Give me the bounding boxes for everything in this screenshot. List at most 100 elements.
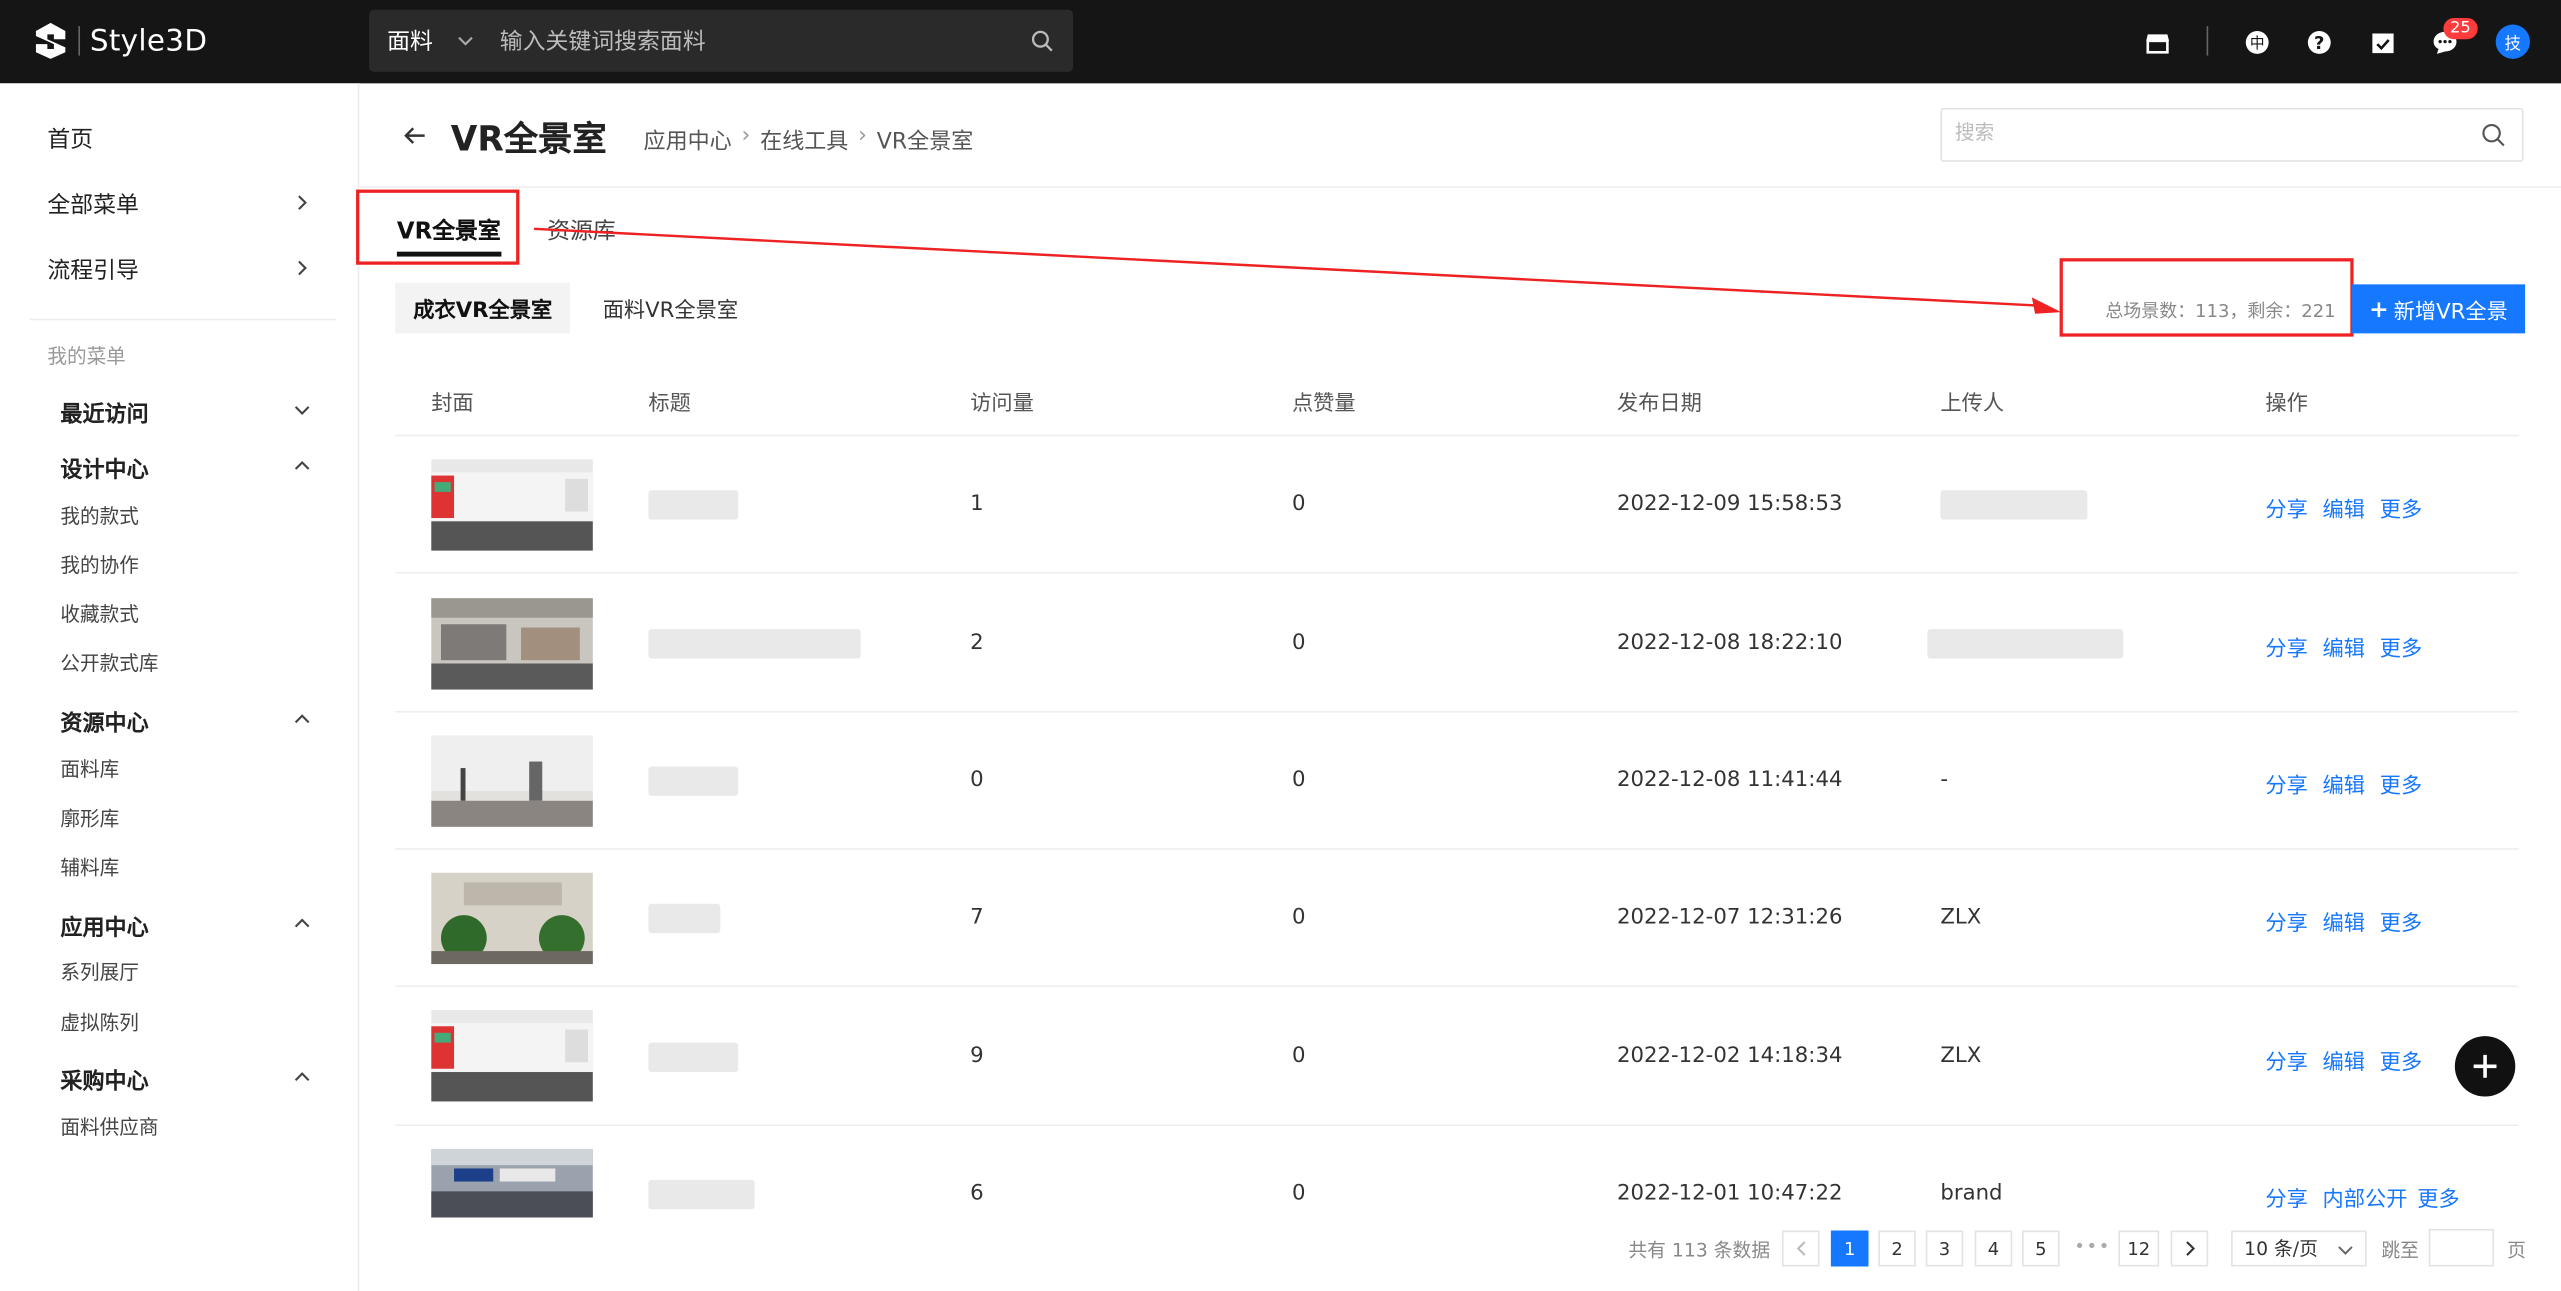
sidebar-item-process-guide[interactable]: 流程引导 [47, 253, 138, 286]
share-link[interactable]: 分享 [2265, 905, 2307, 937]
help-icon[interactable]: ? [2301, 25, 2337, 61]
chevron-right-icon[interactable] [294, 260, 310, 276]
more-link[interactable]: 更多 [2380, 1044, 2422, 1076]
cover-thumbnail[interactable] [431, 1148, 593, 1218]
share-link[interactable]: 分享 [2265, 631, 2307, 662]
uploader-cell: brand [1940, 1181, 2003, 1207]
sidebar-item-trims[interactable]: 辅料库 [60, 853, 119, 881]
share-link[interactable]: 分享 [2265, 768, 2307, 800]
page-search[interactable] [1940, 107, 2524, 162]
page-size-select[interactable]: 10 条/页 [2231, 1230, 2367, 1267]
search-input[interactable]: 输入关键词搜索面料 [500, 25, 1031, 58]
share-link[interactable]: 分享 [2265, 1182, 2307, 1213]
pagination-page[interactable]: 4 [1974, 1230, 2013, 1267]
notification-badge: 25 [2443, 17, 2478, 40]
edit-link[interactable]: 编辑 [2323, 1044, 2365, 1076]
search-icon[interactable] [1031, 29, 1054, 52]
chevron-up-icon[interactable] [294, 458, 310, 474]
sidebar-section-resources[interactable]: 资源中心 [60, 704, 148, 737]
subtab-fabric-vr[interactable]: 面料VR全景室 [585, 283, 756, 334]
edit-link[interactable]: 编辑 [2323, 905, 2365, 937]
sidebar-section-purchasing[interactable]: 采购中心 [60, 1062, 148, 1095]
pagination-page[interactable]: 3 [1925, 1230, 1964, 1267]
pagination-page-last[interactable]: 12 [2118, 1230, 2160, 1267]
sidebar-item-fabrics[interactable]: 面料库 [60, 755, 119, 783]
back-arrow-icon[interactable] [402, 123, 428, 149]
title-redacted [648, 490, 739, 520]
sidebar-divider [29, 318, 337, 321]
svg-text:?: ? [2314, 33, 2324, 54]
chevron-down-icon[interactable] [294, 402, 310, 418]
floating-add-button[interactable] [2454, 1036, 2516, 1097]
sidebar-item-my-collab[interactable]: 我的协作 [60, 551, 138, 579]
sidebar-section-apps[interactable]: 应用中心 [60, 909, 148, 941]
sidebar-item-public-styles[interactable]: 公开款式库 [60, 649, 158, 677]
share-link[interactable]: 分享 [2265, 1044, 2307, 1076]
sidebar-item-virtual-display[interactable]: 虚拟陈列 [60, 1008, 138, 1036]
coin-icon[interactable]: 中 [2239, 25, 2275, 61]
jump-page-input[interactable] [2428, 1228, 2495, 1267]
sidebar-item-all-menu[interactable]: 全部菜单 [47, 188, 138, 221]
sidebar-item-favorites[interactable]: 收藏款式 [60, 600, 138, 628]
subtab-garment-vr[interactable]: 成衣VR全景室 [395, 282, 571, 334]
cover-thumbnail[interactable] [431, 872, 593, 965]
pagination-page[interactable]: 1 [1830, 1230, 1869, 1267]
global-search[interactable]: 面料 输入关键词搜索面料 [369, 9, 1074, 72]
date-cell: 2022-12-07 12:31:26 [1616, 905, 1843, 930]
cover-thumbnail[interactable] [431, 735, 593, 827]
cover-thumbnail[interactable] [431, 1009, 593, 1102]
edit-link[interactable]: 编辑 [2323, 631, 2365, 662]
date-cell: 2022-12-02 14:18:34 [1616, 1044, 1843, 1069]
pagination-page[interactable]: 5 [2022, 1230, 2060, 1267]
logo[interactable]: Style3D [33, 21, 208, 60]
pagination-ellipsis[interactable]: ••• [2074, 1235, 2111, 1256]
scene-total-text: 总场景数：113，剩余：221 [2105, 300, 2336, 322]
breadcrumb-item[interactable]: 应用中心 [644, 123, 732, 155]
chevron-down-icon[interactable] [456, 31, 476, 51]
chevron-up-icon[interactable] [294, 1069, 310, 1085]
edit-link[interactable]: 编辑 [2323, 768, 2365, 800]
pagination-next-button[interactable] [2170, 1230, 2209, 1267]
title-redacted [648, 1042, 739, 1073]
publish-internal-link[interactable]: 内部公开 [2323, 1182, 2408, 1213]
visits-cell: 2 [970, 630, 984, 656]
pagination-page[interactable]: 2 [1878, 1230, 1916, 1267]
more-link[interactable]: 更多 [2380, 768, 2422, 800]
add-vr-button[interactable]: 新增VR全景 [2351, 284, 2526, 334]
sidebar-item-showroom[interactable]: 系列展厅 [60, 958, 138, 986]
page-search-input[interactable] [1955, 120, 2446, 144]
breadcrumb-item[interactable]: 在线工具 [760, 123, 848, 155]
sidebar-item-fabric-suppliers[interactable]: 面料供应商 [60, 1113, 158, 1141]
more-link[interactable]: 更多 [2380, 905, 2422, 937]
visits-cell: 1 [970, 491, 984, 517]
search-category-select[interactable]: 面料 [387, 25, 433, 58]
page-title: VR全景室 [450, 119, 607, 159]
search-icon[interactable] [2481, 123, 2505, 148]
sidebar-section-recent[interactable]: 最近访问 [60, 395, 148, 428]
table-divider [395, 434, 2519, 437]
avatar[interactable]: 技 [2495, 24, 2530, 59]
cover-thumbnail[interactable] [431, 459, 593, 551]
store-icon[interactable] [2140, 25, 2176, 61]
sidebar-item-silhouettes[interactable]: 廓形库 [60, 804, 119, 832]
column-header-actions: 操作 [2265, 392, 2308, 417]
likes-cell: 0 [1291, 1181, 1306, 1207]
more-link[interactable]: 更多 [2380, 492, 2422, 523]
sidebar-item-home[interactable]: 首页 [47, 123, 93, 156]
share-link[interactable]: 分享 [2265, 492, 2307, 523]
cover-thumbnail[interactable] [431, 598, 593, 690]
chevron-up-icon[interactable] [294, 711, 310, 727]
likes-cell: 0 [1291, 1044, 1306, 1069]
pagination-prev-button[interactable] [1781, 1230, 1820, 1267]
more-link[interactable]: 更多 [2417, 1182, 2459, 1213]
top-bar: Style3D 面料 输入关键词搜索面料 中 ? 25 技 [0, 0, 2561, 84]
edit-link[interactable]: 编辑 [2323, 492, 2365, 523]
tab-resource-library[interactable]: 资源库 [547, 214, 616, 247]
sidebar-section-design[interactable]: 设计中心 [60, 451, 148, 484]
more-link[interactable]: 更多 [2380, 631, 2422, 662]
chevron-right-icon[interactable] [294, 194, 310, 210]
chevron-up-icon[interactable] [294, 915, 310, 931]
calendar-check-icon[interactable] [2365, 25, 2401, 61]
sidebar-item-my-styles[interactable]: 我的款式 [60, 502, 138, 530]
likes-cell: 0 [1291, 630, 1306, 656]
